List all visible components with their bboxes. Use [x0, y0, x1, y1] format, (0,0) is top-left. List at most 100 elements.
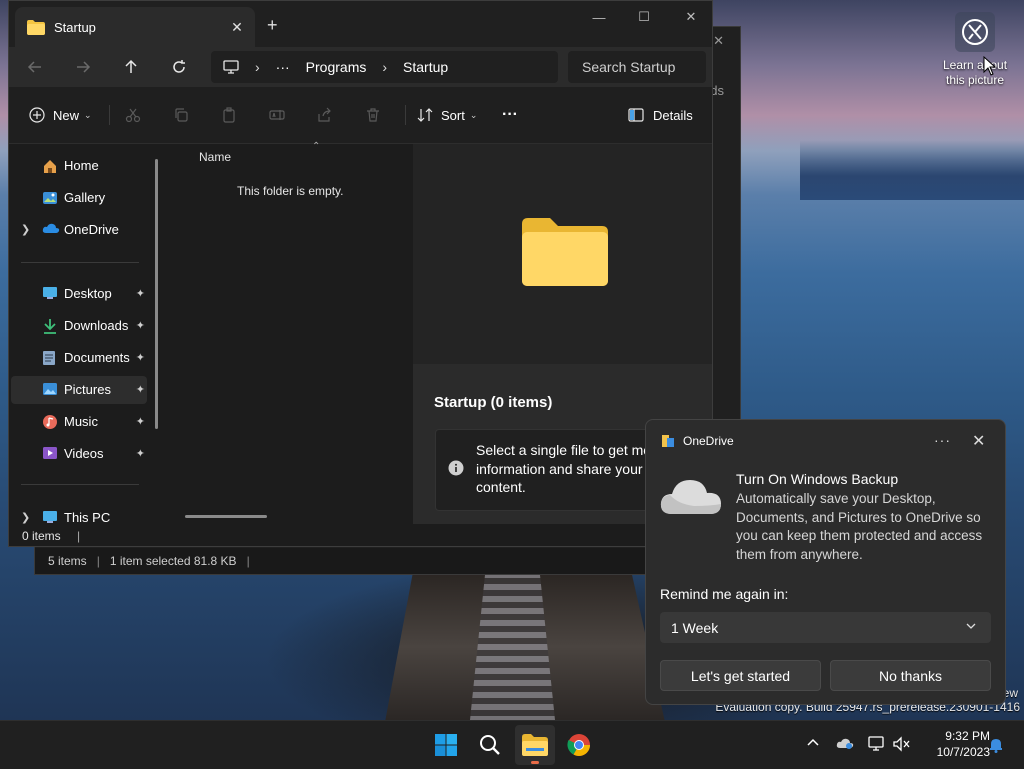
- volume-muted-icon[interactable]: [893, 736, 911, 752]
- file-list-scrollbar[interactable]: [185, 515, 267, 518]
- sidebar-item-label: Gallery: [64, 190, 106, 205]
- cloud-icon: [660, 480, 721, 514]
- onedrive-notification[interactable]: OneDrive ··· ✕ Turn On Windows Backup Au…: [645, 419, 1006, 705]
- address-chevron-icon[interactable]: ›: [255, 59, 260, 75]
- pin-icon[interactable]: ✦: [136, 287, 145, 300]
- remind-interval-select[interactable]: 1 Week: [660, 612, 991, 643]
- tab-close-icon[interactable]: ✕: [227, 17, 247, 37]
- lets-get-started-button[interactable]: Let's get started: [660, 660, 821, 691]
- chrome-icon: [567, 734, 590, 756]
- desktop-icon: [43, 287, 57, 299]
- new-button-label: New: [53, 107, 80, 123]
- plus-circle-icon: [29, 107, 45, 123]
- mouse-cursor-icon: [983, 56, 997, 76]
- column-header-name[interactable]: Name: [199, 150, 231, 164]
- clock-date: 10/7/2023: [936, 745, 990, 759]
- file-list[interactable]: ⌃ Name This folder is empty.: [167, 141, 413, 524]
- sidebar-item-label: Home: [64, 158, 99, 173]
- show-hidden-icons-chevron-icon[interactable]: [806, 736, 820, 750]
- learn-about-picture-label: Learn about this picture: [942, 58, 1008, 87]
- pin-icon[interactable]: ✦: [136, 319, 145, 332]
- notification-bell-icon[interactable]: [988, 737, 1004, 753]
- sort-button[interactable]: Sort ⌄: [417, 99, 477, 131]
- sidebar-item-label: Videos: [64, 446, 104, 461]
- onedrive-app-name: OneDrive: [683, 434, 734, 448]
- details-button[interactable]: Details: [628, 99, 693, 131]
- address-segment-programs[interactable]: Programs: [306, 59, 367, 75]
- system-clock[interactable]: 9:32 PM 10/7/2023: [918, 728, 990, 760]
- sidebar-item-documents[interactable]: Documents ✦: [11, 344, 147, 372]
- tab-startup[interactable]: Startup ✕: [15, 7, 255, 47]
- sidebar-item-label: Desktop: [64, 286, 112, 301]
- window-close-icon[interactable]: ✕: [671, 7, 711, 27]
- minimize-icon[interactable]: —: [579, 7, 619, 27]
- see-more-button[interactable]: ···: [502, 99, 518, 131]
- taskbar: 9:32 PM 10/7/2023: [0, 720, 1024, 769]
- sidebar-item-music[interactable]: Music ✦: [11, 408, 147, 436]
- sidebar-scrollbar[interactable]: [155, 159, 158, 429]
- notification-close-icon[interactable]: ✕: [972, 431, 985, 451]
- onedrive-tray-icon[interactable]: [836, 736, 854, 750]
- file-explorer-taskbar-button[interactable]: [515, 725, 555, 765]
- expand-chevron-icon[interactable]: ❯: [21, 511, 30, 524]
- folder-icon: [27, 19, 45, 35]
- back-window-close-icon[interactable]: ✕: [713, 33, 724, 49]
- share-icon[interactable]: [317, 99, 333, 131]
- up-arrow-icon[interactable]: [117, 53, 145, 81]
- search-input[interactable]: Search Startup: [568, 51, 706, 83]
- onedrive-app-icon: [662, 435, 674, 447]
- pin-icon[interactable]: ✦: [136, 383, 145, 396]
- pin-icon[interactable]: ✦: [136, 351, 145, 364]
- search-icon: [480, 735, 500, 755]
- back-status-selected: 1 item selected 81.8 KB: [109, 554, 237, 568]
- new-tab-plus-icon[interactable]: +: [267, 15, 278, 36]
- search-button[interactable]: [470, 725, 510, 765]
- sidebar-item-downloads[interactable]: Downloads ✦: [11, 312, 147, 340]
- sidebar-item-label: Music: [64, 414, 98, 429]
- chevron-down-icon: ⌄: [84, 109, 92, 120]
- no-thanks-button[interactable]: No thanks: [830, 660, 991, 691]
- sidebar-item-desktop[interactable]: Desktop ✦: [11, 280, 147, 308]
- pictures-icon: [43, 383, 57, 395]
- notification-more-icon[interactable]: ···: [934, 432, 951, 448]
- address-segment-startup[interactable]: Startup: [403, 59, 448, 75]
- address-chevron-icon[interactable]: ›: [382, 59, 387, 75]
- file-explorer-window[interactable]: Startup ✕ + — ☐ ✕ › ··· Programs › Start…: [8, 0, 713, 547]
- rename-icon[interactable]: [269, 99, 285, 131]
- home-icon: [44, 160, 56, 173]
- sidebar-item-gallery[interactable]: Gallery: [11, 184, 147, 212]
- copy-icon[interactable]: [173, 99, 189, 131]
- sidebar-item-pictures[interactable]: Pictures ✦: [11, 376, 147, 404]
- pin-icon[interactable]: ✦: [136, 447, 145, 460]
- start-button[interactable]: [426, 725, 466, 765]
- command-bar: New ⌄ Sort ⌄ ··· Details: [9, 87, 712, 144]
- videos-icon: [43, 447, 57, 459]
- windows-logo-icon: [435, 734, 457, 756]
- chevron-down-icon: [966, 623, 976, 629]
- sort-caret-icon: ⌃: [312, 141, 321, 152]
- expand-chevron-icon[interactable]: ❯: [21, 223, 30, 236]
- maximize-icon[interactable]: ☐: [624, 7, 664, 27]
- title-bar[interactable]: Startup ✕ + — ☐ ✕: [9, 1, 712, 47]
- navigation-pane: Home Gallery ❯ OneDrive Desktop ✦ Downlo…: [9, 144, 166, 525]
- sidebar-item-videos[interactable]: Videos ✦: [11, 440, 147, 468]
- sidebar-item-label: Documents: [64, 350, 130, 365]
- documents-icon: [43, 351, 55, 365]
- paste-icon[interactable]: [221, 99, 237, 131]
- address-bar[interactable]: › ··· Programs › Startup: [211, 51, 558, 83]
- cut-icon[interactable]: [125, 99, 141, 131]
- network-icon[interactable]: [868, 736, 886, 752]
- details-title: Startup (0 items): [434, 394, 553, 411]
- details-pane-icon: [628, 108, 644, 122]
- new-button[interactable]: New ⌄: [29, 99, 92, 131]
- pin-icon[interactable]: ✦: [136, 415, 145, 428]
- sidebar-item-home[interactable]: Home: [11, 152, 147, 180]
- learn-about-picture-icon[interactable]: [955, 12, 995, 52]
- sidebar-item-onedrive[interactable]: ❯ OneDrive: [11, 216, 147, 244]
- forward-arrow-icon[interactable]: [69, 53, 97, 81]
- refresh-icon[interactable]: [165, 53, 193, 81]
- back-arrow-icon[interactable]: [21, 53, 49, 81]
- address-overflow[interactable]: ···: [276, 59, 290, 75]
- delete-icon[interactable]: [365, 99, 381, 131]
- chrome-taskbar-button[interactable]: [559, 725, 599, 765]
